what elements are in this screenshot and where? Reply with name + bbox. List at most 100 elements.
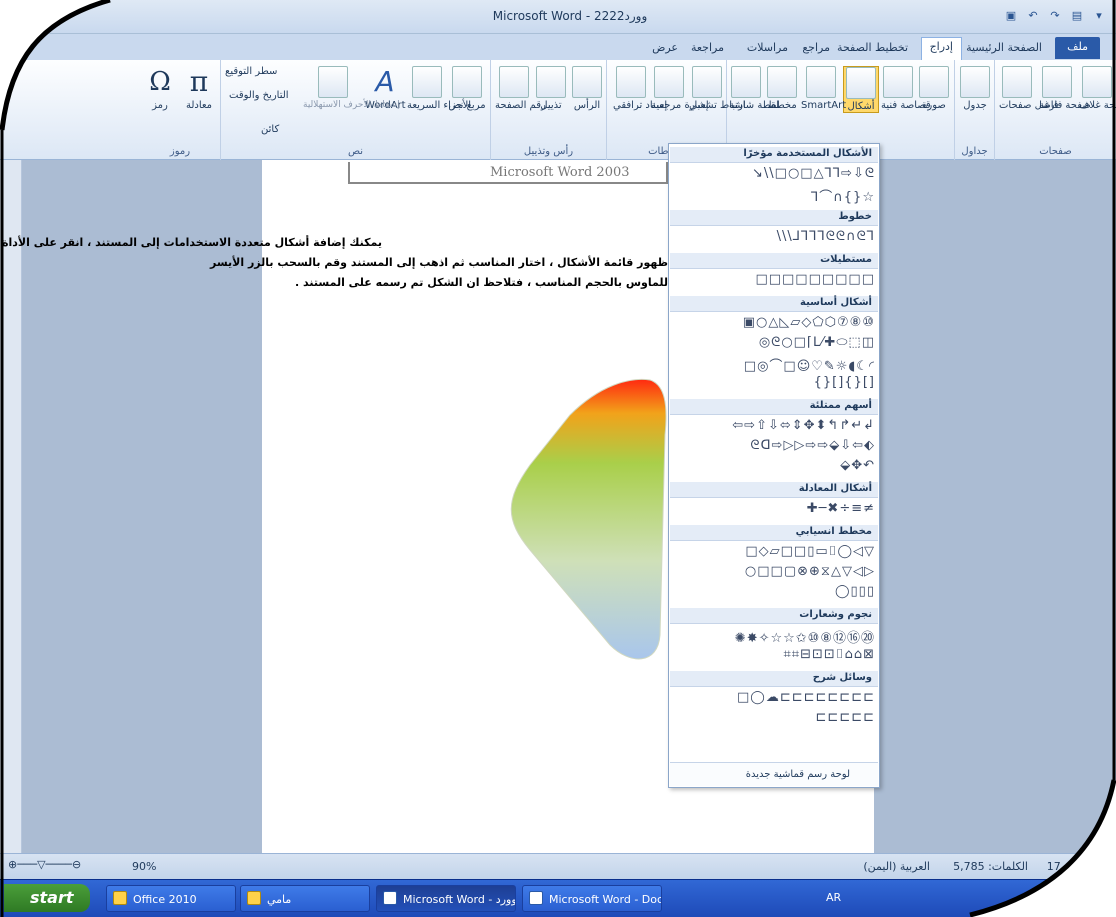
gallery-shape-row[interactable]: ⌗⌗⊟⊡⊡⌷⌂⌂⊠ [783,647,875,662]
chart-icon [767,66,797,98]
input-language[interactable]: AR [826,891,841,904]
gallery-shape-row[interactable]: ⅂⌒∩{}☆ [811,186,875,205]
pi-icon: π [189,65,209,98]
gallery-shape-row[interactable]: □□□□□□□□□ [755,272,875,287]
tab-review[interactable]: مراجعة [683,39,732,56]
cross-reference-button[interactable]: إسناد ترافقي [613,66,667,111]
drop-cap-button[interactable]: إسقاط الأحرف الاستهلالية [303,66,400,110]
quick-parts-button[interactable]: الأجزاء السريعة [407,66,471,111]
symbol-button[interactable]: Ω رمز [142,66,178,111]
folder-icon [247,891,261,905]
group-symbols: π معادلة Ω رمز رموز [140,60,220,160]
gallery-shape-row[interactable]: ○□□▢⊗⊕⧖△▽◁▷ [745,564,875,579]
gallery-shape-row[interactable]: ◯▯▯▯ [835,584,875,599]
object-button[interactable]: كائن [261,124,279,135]
drawn-shape[interactable] [500,375,670,665]
gallery-shape-row[interactable]: \\\⅃⅂⅂⅂ᘓᘓ∩ᘓ⅂ [777,229,875,244]
table-button[interactable]: جدول [959,66,991,111]
ribbon: صفحة غلاف صفحة فارغة فاصل صفحات صفحات جد… [0,60,1116,160]
cover-page-icon [1082,66,1112,98]
clip-art-button[interactable]: قصاصة فنية [881,66,931,111]
taskbar-item[interactable]: Microsoft Word - وورد... [376,885,516,912]
gallery-shape-row[interactable]: ◎ᘓ○□⌈ᒪ⁄✚⬭⬚◫ [759,335,875,350]
gallery-shape-row[interactable]: {}[]{}[] [814,375,875,390]
ribbon-tabs: ملف الصفحة الرئيسية إدراج تخطيط الصفحة م… [0,34,1116,60]
doc-line: للماوس بالحجم المناسب ، فتلاحظ ان الشكل … [295,276,668,289]
window-controls: ▣ ↶ ↷ ▤ ▾ [1002,6,1108,24]
new-drawing-canvas[interactable]: لوحة رسم قماشية جديدة [670,762,878,786]
gallery-shape-row[interactable]: □◇▱□□▯▭⌷◯◁▽ [745,544,875,559]
smartart-button[interactable]: SmartArt [801,66,846,111]
gallery-shape-row[interactable]: □◎⌒□☺♡✎☼◖☾◜ [744,355,875,374]
tab-insert[interactable]: إدراج [920,37,962,60]
equation-button[interactable]: π معادلة [180,65,218,112]
cross-reference-icon [616,66,646,98]
date-time-button[interactable]: التاريخ والوقت [229,90,289,101]
tab-home[interactable]: الصفحة الرئيسية [958,39,1050,56]
page-number-button[interactable]: رقم الصفحة [495,66,546,111]
undo-icon[interactable]: ↶ [1024,6,1042,24]
table-icon [960,66,990,98]
screenshot-icon [731,66,761,98]
tab-page-layout[interactable]: تخطيط الصفحة [829,39,916,56]
page-break-button[interactable]: فاصل صفحات [999,66,1059,111]
taskbar-item[interactable]: Office 2010 [106,885,236,912]
gallery-shape-row[interactable]: □◯☁⊏⊏⊏⊏⊏⊏⊏⊏ [737,690,875,705]
group-pages: صفحة غلاف صفحة فارغة فاصل صفحات صفحات [994,60,1116,160]
window: Microsoft Word - 2222وورد ▣ ↶ ↷ ▤ ▾ ملف … [0,0,1116,917]
gallery-shape-row[interactable]: ⇦⇨⇧⇩⬄⇕✥⬍↰↱↵↲ [732,418,875,433]
gallery-shape-row[interactable]: ✺✸✧☆☆✩⑩⑧⑫⑯⑳ [735,627,875,646]
tab-view[interactable]: عرض [644,39,686,56]
gallery-section-title: نجوم وشعارات [670,608,878,624]
language[interactable]: العربية (اليمن) [863,860,930,873]
folder-icon [113,891,127,905]
open-icon[interactable]: ▤ [1068,6,1086,24]
customize-icon[interactable]: ▾ [1090,6,1108,24]
start-button[interactable]: start [4,884,90,912]
taskbar-item[interactable]: Microsoft Word - Doc... [522,885,662,912]
quick-parts-icon [412,66,442,98]
gallery-shape-row[interactable]: ↘\\□○□△⅂⅂⇨⇩ᘓ [752,166,875,181]
group-text: مربع نص الأجزاء السريعة A WordArt إسقاط ا… [220,60,490,160]
shapes-button[interactable]: أشكال [843,66,879,113]
group-header-footer: الرأس تذييل رقم الصفحة رأس وتذييل [490,60,606,160]
shapes-icon [846,67,876,99]
gallery-shape-row[interactable]: ⬙✥↶ [840,458,875,473]
text-box-icon [452,66,482,98]
word-count[interactable]: الكلمات: 5,785 [953,860,1028,873]
save-icon[interactable]: ▣ [1002,6,1020,24]
gallery-shape-row[interactable]: ᘓᗡ⇨▷▷⇨⇨⬙⇩⇦⬖ [750,438,875,453]
doc-line: ظهور قائمة الأشكال ، اختار المناسب ثم اذ… [210,256,668,269]
group-label: جداول [961,146,988,157]
bookmark-icon [654,66,684,98]
signature-line-button[interactable]: سطر التوقيع [225,66,277,77]
gallery-shape-row[interactable]: ✚─✖÷≡≠ [807,501,875,516]
word-icon [383,891,397,905]
zoom-slider[interactable]: ⊕───▽────⊖ [8,858,118,872]
page-break-icon [1002,66,1032,98]
group-label: صفحات [1039,146,1072,157]
redo-icon[interactable]: ↷ [1046,6,1064,24]
tab-file[interactable]: ملف [1055,37,1100,59]
smartart-icon [806,66,836,98]
gallery-section-title: أسهم ممتلئة [670,399,878,415]
hyperlink-icon [692,66,722,98]
tab-references[interactable]: مراجع [794,39,838,56]
header-icon [572,66,602,98]
header-text: Microsoft Word 2003 [490,165,630,180]
gallery-shape-row[interactable]: ⊏⊏⊏⊏⊏ [816,710,875,725]
gallery-section-title: أشكال أساسية [670,296,878,312]
tab-mailings[interactable]: مراسلات [739,39,796,56]
gallery-section-title: مستطيلات [670,253,878,269]
taskbar: start Office 2010 مامي Microsoft Word - … [0,879,1116,917]
gallery-section-title: الأشكال المستخدمة مؤخرًا [670,147,878,163]
doc-line: يمكنك إضافة أشكال متعددة الاستخدامات إلى… [0,236,382,249]
group-label: رموز [169,146,191,157]
clip-art-icon [883,66,913,98]
zoom-level[interactable]: 90% [132,860,156,873]
header-button[interactable]: الرأس [569,66,605,111]
page-number-icon [499,66,529,98]
vertical-ruler [0,160,22,853]
gallery-shape-row[interactable]: ▣○△◺▱◇⬠⬡⑦⑧⑩ [743,315,875,330]
taskbar-item[interactable]: مامي [240,885,370,912]
